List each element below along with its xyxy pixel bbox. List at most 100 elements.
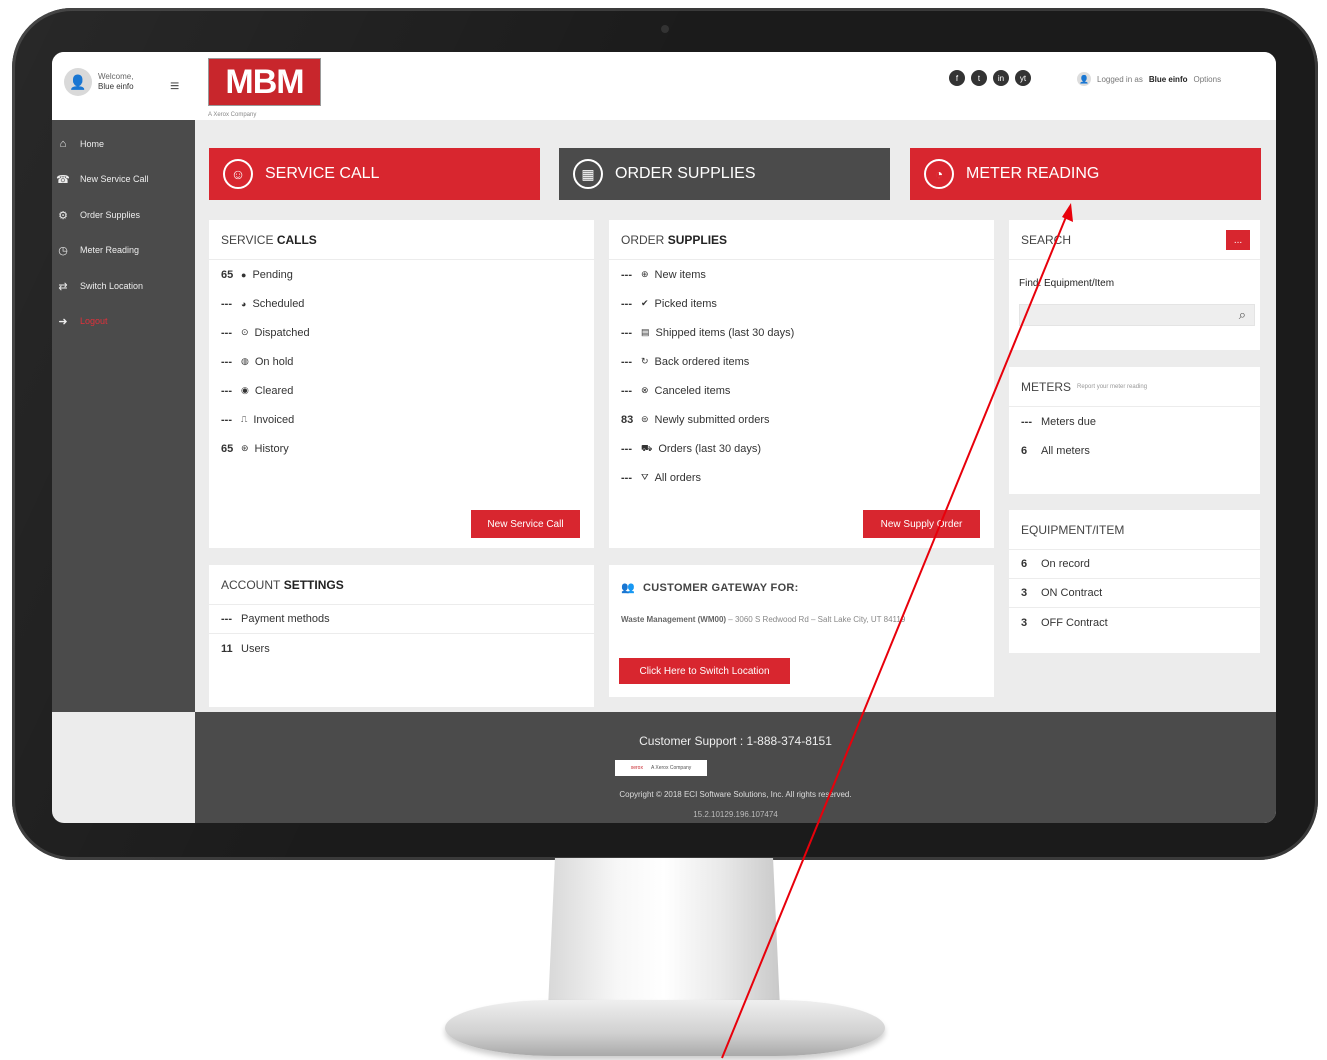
row-count: --- bbox=[221, 297, 232, 310]
order-supplies-tile[interactable]: ▦ ORDER SUPPLIES bbox=[559, 148, 890, 200]
user-avatar-icon: 👤 bbox=[64, 68, 92, 96]
sidebar-item-label: Logout bbox=[80, 316, 108, 326]
meters-title: METERS bbox=[1021, 379, 1072, 394]
row-label: Picked items bbox=[654, 297, 717, 310]
sidebar-item-home[interactable]: ⌂ Home bbox=[52, 132, 195, 156]
youtube-icon[interactable]: yt bbox=[1015, 70, 1031, 86]
sidebar-item-logout[interactable]: ➜ Logout bbox=[52, 309, 195, 333]
equipment-row-off-contract[interactable]: 3 OFF Contract bbox=[1009, 608, 1260, 637]
service-row-scheduled[interactable]: --- ◕ Scheduled bbox=[209, 289, 594, 318]
title-bold: SUPPLIES bbox=[667, 232, 728, 247]
search-icon[interactable]: ⌕ bbox=[1239, 307, 1246, 323]
row-count: 6 bbox=[1021, 444, 1028, 457]
order-row-all-orders[interactable]: --- ⛛ All orders bbox=[609, 463, 994, 492]
row-label: Canceled items bbox=[654, 384, 731, 397]
cleared-icon: ◉ bbox=[241, 385, 249, 395]
account-row-payment[interactable]: --- Payment methods bbox=[209, 605, 594, 634]
title-bold: SETTINGS bbox=[283, 577, 344, 592]
welcome-block[interactable]: 👤 Welcome, Blue einfo bbox=[64, 68, 134, 96]
twitter-icon[interactable]: t bbox=[971, 70, 987, 86]
gateway-address-text: – 3060 S Redwood Rd – Salt Lake City, UT… bbox=[726, 615, 906, 624]
order-row-shipped-items[interactable]: --- ▤ Shipped items (last 30 days) bbox=[609, 318, 994, 347]
row-label: All orders bbox=[654, 471, 702, 484]
row-label: Users bbox=[241, 642, 270, 655]
service-calls-panel: SERVICE CALLS 65 ● Pending --- ◕ Scheduled -… bbox=[209, 220, 594, 548]
service-row-on-hold[interactable]: --- ◍ On hold bbox=[209, 347, 594, 376]
hold-icon: ◍ bbox=[241, 356, 249, 366]
tile-label: ORDER SUPPLIES bbox=[615, 165, 756, 182]
search-options-button[interactable]: ... bbox=[1226, 230, 1250, 250]
customer-support: Customer Support : 1-888-374-8151 bbox=[639, 734, 832, 748]
row-label: Newly submitted orders bbox=[654, 413, 770, 426]
gateway-address: Waste Management (WM00) – 3060 S Redwood… bbox=[621, 613, 971, 626]
refresh-icon: ↻ bbox=[641, 356, 649, 366]
service-row-invoiced[interactable]: --- ⎍ Invoiced bbox=[209, 405, 594, 434]
equipment-row-on-record[interactable]: 6 On record bbox=[1009, 550, 1260, 579]
logout-icon: ➜ bbox=[58, 315, 68, 328]
order-row-new-items[interactable]: --- ⊕ New items bbox=[609, 260, 994, 289]
monitor-stand-neck bbox=[548, 858, 780, 1008]
screen: 👤 Welcome, Blue einfo ≡ MBM A Xerox Comp… bbox=[52, 52, 1276, 823]
equipment-row-on-contract[interactable]: 3 ON Contract bbox=[1009, 579, 1260, 608]
switch-location-button[interactable]: Click Here to Switch Location bbox=[619, 658, 790, 684]
account-row-users[interactable]: 11 Users bbox=[209, 634, 594, 663]
service-row-pending[interactable]: 65 ● Pending bbox=[209, 260, 594, 289]
sidebar-item-meter-reading[interactable]: ◷ Meter Reading bbox=[52, 238, 195, 262]
tile-label: METER READING bbox=[966, 165, 1100, 182]
order-row-orders-30[interactable]: --- ⛟ Orders (last 30 days) bbox=[609, 434, 994, 463]
sidebar-item-label: Switch Location bbox=[80, 281, 144, 291]
meter-reading-tile[interactable]: ◔ METER READING bbox=[910, 148, 1261, 200]
panel-title: ACCOUNT SETTINGS bbox=[209, 565, 594, 605]
meters-row-all[interactable]: 6 All meters bbox=[1009, 436, 1260, 465]
order-row-back-ordered[interactable]: --- ↻ Back ordered items bbox=[609, 347, 994, 376]
footer: Customer Support : 1-888-374-8151 xerox A… bbox=[195, 712, 1276, 823]
row-count: --- bbox=[621, 297, 632, 310]
copyright: Copyright © 2018 ECI Software Solutions,… bbox=[619, 790, 852, 799]
search-panel: SEARCH ... Find: Equipment/Item ⌕ bbox=[1009, 220, 1260, 350]
new-service-call-button[interactable]: New Service Call bbox=[471, 510, 580, 538]
sidebar-item-switch-location[interactable]: ⇄ Switch Location bbox=[52, 274, 195, 298]
sidebar-item-label: Home bbox=[80, 139, 105, 149]
welcome-label: Welcome, bbox=[98, 72, 134, 81]
facebook-icon[interactable]: f bbox=[949, 70, 965, 86]
tile-label: SERVICE CALL bbox=[265, 165, 380, 182]
sidebar-item-label: Meter Reading bbox=[80, 245, 140, 255]
order-row-newly-submitted[interactable]: 83 ⊜ Newly submitted orders bbox=[609, 405, 994, 434]
service-row-cleared[interactable]: --- ◉ Cleared bbox=[209, 376, 594, 405]
service-row-history[interactable]: 65 ⊛ History bbox=[209, 434, 594, 463]
xerox-tagline: A Xerox Company bbox=[650, 765, 692, 771]
service-row-dispatched[interactable]: --- ⊙ Dispatched bbox=[209, 318, 594, 347]
customer-gateway-panel: 👥 CUSTOMER GATEWAY FOR: Waste Management … bbox=[609, 565, 994, 697]
row-count: --- bbox=[621, 471, 632, 484]
gateway-title-text: CUSTOMER GATEWAY FOR: bbox=[643, 581, 799, 594]
row-count: 6 bbox=[1021, 558, 1028, 570]
sidebar-item-new-service-call[interactable]: ☎ New Service Call bbox=[52, 167, 195, 191]
mbm-logo[interactable]: MBM bbox=[208, 58, 321, 106]
sidebar-item-label: Order Supplies bbox=[80, 210, 141, 220]
search-input[interactable]: ⌕ bbox=[1019, 304, 1255, 326]
cart-all-icon: ⛛ bbox=[641, 472, 649, 482]
row-count: --- bbox=[1021, 415, 1032, 428]
check-icon: ✔ bbox=[641, 298, 649, 308]
sidebar-item-order-supplies[interactable]: ⚙ Order Supplies bbox=[52, 203, 195, 227]
options-link[interactable]: Options bbox=[1194, 75, 1222, 84]
welcome-user: Blue einfo bbox=[98, 82, 134, 91]
logged-in-user: Blue einfo bbox=[1148, 74, 1188, 84]
row-label: ON Contract bbox=[1041, 587, 1103, 599]
home-icon: ⌂ bbox=[59, 138, 67, 150]
order-row-picked-items[interactable]: --- ✔ Picked items bbox=[609, 289, 994, 318]
camera-dot bbox=[661, 25, 669, 33]
logged-user-icon: 👤 bbox=[1077, 72, 1091, 86]
linkedin-icon[interactable]: in bbox=[993, 70, 1009, 86]
row-label: Scheduled bbox=[252, 297, 305, 310]
title-light: ORDER bbox=[621, 232, 665, 247]
social-links: f t in yt bbox=[949, 70, 1031, 86]
hamburger-menu-icon[interactable]: ≡ bbox=[170, 79, 179, 95]
row-label: OFF Contract bbox=[1041, 616, 1108, 629]
order-row-canceled[interactable]: --- ⊗ Canceled items bbox=[609, 376, 994, 405]
logged-in-label: Logged in as bbox=[1097, 74, 1143, 84]
new-supply-order-button[interactable]: New Supply Order bbox=[863, 510, 980, 538]
row-label: Cleared bbox=[254, 384, 294, 397]
meters-row-due[interactable]: --- Meters due bbox=[1009, 407, 1260, 436]
service-call-tile[interactable]: ☺ SERVICE CALL bbox=[209, 148, 540, 200]
